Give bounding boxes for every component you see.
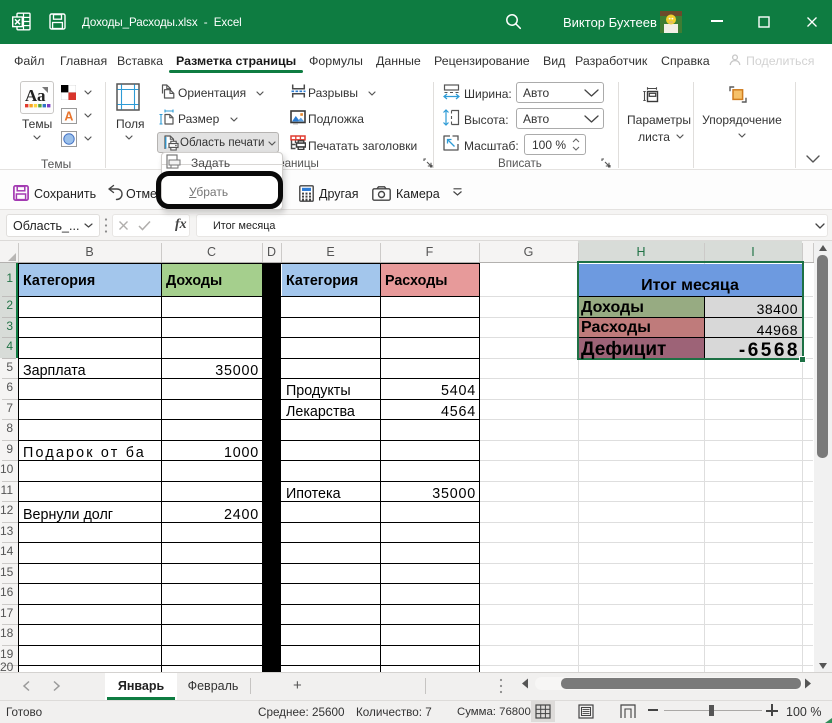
svg-text:A: A: [64, 110, 73, 124]
svg-text:Аа: Аа: [25, 86, 46, 105]
